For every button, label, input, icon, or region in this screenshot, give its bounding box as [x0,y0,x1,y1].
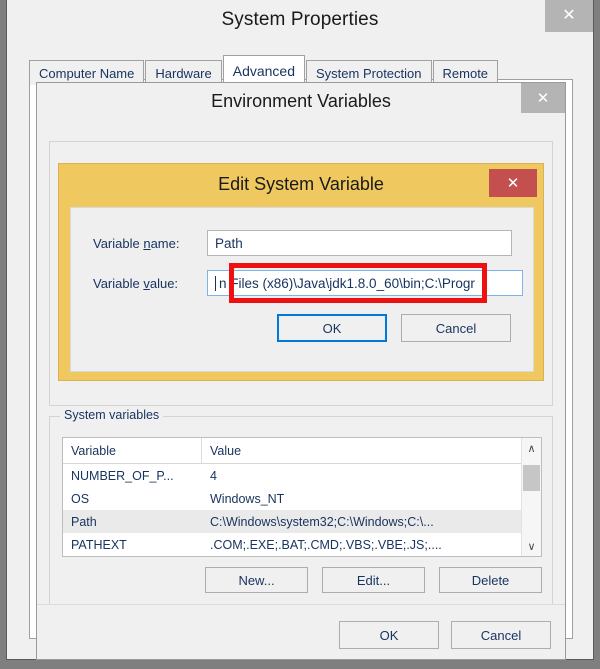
table-row[interactable]: PATHEXT .COM;.EXE;.BAT;.CMD;.VBS;.VBE;.J… [63,533,521,556]
cancel-button[interactable]: Cancel [401,314,511,342]
env-dialog-titlebar: Environment Variables ✕ [37,83,565,119]
tab-strip: Computer Name Hardware Advanced System P… [29,55,499,85]
env-dialog-title: Environment Variables [211,90,391,111]
close-icon[interactable]: ✕ [545,0,593,32]
edit-dialog-titlebar: Edit System Variable ✕ [59,164,543,204]
variable-name-label: Variable name: [93,235,180,251]
cell-value: 4 [210,468,217,483]
close-icon[interactable]: ✕ [489,169,537,197]
tab-advanced[interactable]: Advanced [222,55,306,85]
delete-button[interactable]: Delete [439,567,542,593]
system-variables-legend: System variables [60,408,164,422]
edit-system-variable-dialog: Edit System Variable ✕ Variable name: Pa… [58,163,544,381]
cell-value: Windows_NT [210,491,285,506]
edit-dialog-body: Variable name: Path Variable value: n Fi… [70,207,534,372]
cell-variable: NUMBER_OF_P... [71,468,174,483]
window-titlebar: System Properties ✕ [7,0,593,40]
variable-value-text: n Files (x86)\Java\jdk1.8.0_60\bin;C:\Pr… [219,275,475,291]
variable-value-label: Variable value: [93,275,179,291]
cell-variable: PATHEXT [71,537,127,552]
screen: System Properties ✕ Computer Name Hardwa… [0,0,600,669]
cell-value: .COM;.EXE;.BAT;.CMD;.VBS;.VBE;.JS;.... [210,537,442,552]
cancel-button[interactable]: Cancel [451,621,551,649]
variable-name-input[interactable]: Path [207,230,512,256]
system-variables-table: Variable Value NUMBER_OF_P... 4 OS Windo… [62,437,542,557]
new-button[interactable]: New... [205,567,308,593]
system-variables-group: System variables Variable Value NUMBER_O… [49,408,553,624]
variable-name-row: Variable name: Path [93,230,512,256]
text-caret [215,275,216,291]
env-dialog-footer-buttons: OK Cancel [339,621,551,649]
edit-dialog-title: Edit System Variable [218,173,384,194]
scrollbar-thumb[interactable] [523,465,540,491]
edit-dialog-buttons: OK Cancel [71,314,533,342]
edit-button[interactable]: Edit... [322,567,425,593]
chevron-down-icon[interactable]: ∨ [522,536,541,556]
system-variable-actions: New... Edit... Delete [62,567,542,593]
ok-button[interactable]: OK [339,621,439,649]
cell-variable: Path [71,514,97,529]
table-body: Variable Value NUMBER_OF_P... 4 OS Windo… [63,438,521,556]
table-scrollbar[interactable]: ∧ ∨ [521,438,541,556]
column-header-variable: Variable [63,438,202,463]
column-header-value: Value [210,443,242,458]
variable-value-input[interactable]: n Files (x86)\Java\jdk1.8.0_60\bin;C:\Pr… [207,270,523,296]
close-icon[interactable]: ✕ [521,83,565,113]
cell-value: C:\Windows\system32;C:\Windows;C:\... [210,514,434,529]
table-row[interactable]: OS Windows_NT [63,487,521,510]
chevron-up-icon[interactable]: ∧ [522,438,541,458]
page-title: System Properties [221,9,379,30]
table-header-row: Variable Value [63,438,521,464]
ok-button[interactable]: OK [277,314,387,342]
table-row[interactable]: NUMBER_OF_P... 4 [63,464,521,487]
cell-variable: OS [71,491,90,506]
env-dialog-footer: OK Cancel [37,604,565,659]
table-row-selected[interactable]: Path C:\Windows\system32;C:\Windows;C:\.… [63,510,521,533]
variable-value-row: Variable value: n Files (x86)\Java\jdk1.… [93,270,523,296]
